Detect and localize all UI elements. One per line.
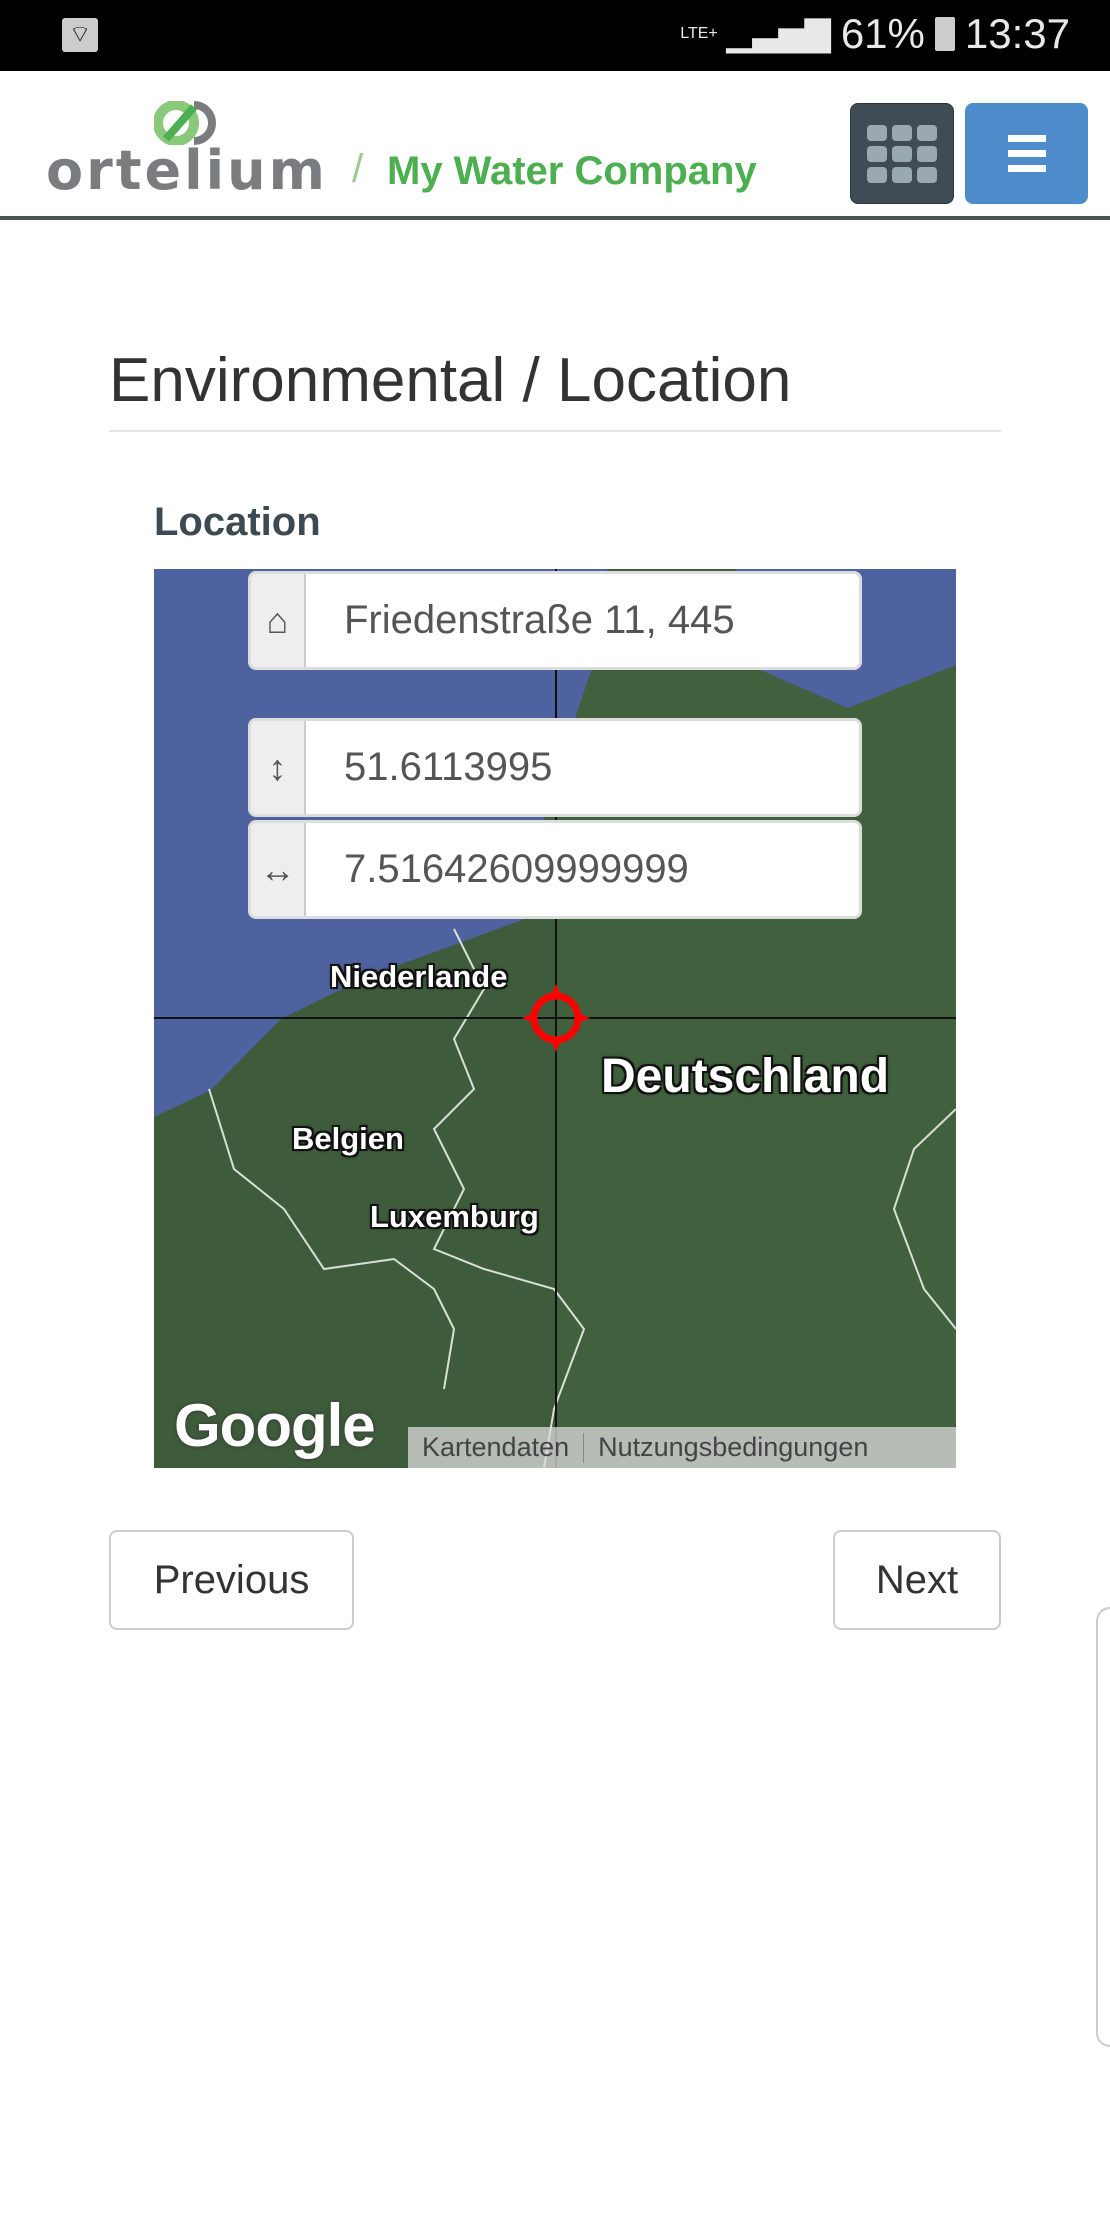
clock: 13:37 [964,10,1070,57]
app-header: ortelium / My Water Company [0,71,1110,220]
latitude-input[interactable] [306,721,859,814]
signal-icon: ▁▃▅▇ [726,15,831,53]
status-bar: ⌔ LTE+ ▁▃▅▇ 61% 13:37 [0,0,1110,71]
map-label-niederlande: Niederlande [330,959,508,994]
home-icon: ⌂ [251,574,306,667]
address-input-group: ⌂ [248,571,862,670]
battery-level: 61% [840,10,925,57]
google-logo: Google [174,1392,376,1459]
company-name[interactable]: My Water Company [387,149,757,194]
map-label-deutschland: Deutschland [601,1050,890,1103]
next-button[interactable]: Next [833,1530,1001,1630]
scroll-handle[interactable] [1096,1607,1110,2047]
map-label-belgien: Belgien [292,1121,404,1156]
terms-link[interactable]: Nutzungsbedingungen [584,1432,882,1463]
previous-button[interactable]: Previous [109,1530,354,1630]
battery-charging-icon [934,17,955,51]
page-title: Environmental / Location [109,346,792,415]
longitude-input[interactable] [306,823,859,916]
latitude-input-group: ↕ [248,718,862,817]
menu-button[interactable] [965,103,1088,204]
wifi-icon: ⌔ [62,18,98,52]
divider [109,430,1001,432]
location-marker-icon[interactable] [520,982,592,1054]
apps-button[interactable] [850,103,954,204]
map[interactable]: Niederlande Deutschland Belgien Luxembur… [154,569,956,1468]
map-attribution: Kartendaten Nutzungsbedingungen [408,1427,956,1468]
breadcrumb-separator: / [352,147,364,191]
map-data-link[interactable]: Kartendaten [408,1432,583,1463]
map-label-luxemburg: Luxemburg [370,1199,539,1234]
address-input[interactable] [306,574,859,667]
location-label: Location [154,500,321,544]
horizontal-arrows-icon: ↔ [251,823,306,916]
vertical-arrows-icon: ↕ [251,721,306,814]
network-type: LTE+ [680,25,718,42]
longitude-input-group: ↔ [248,820,862,919]
